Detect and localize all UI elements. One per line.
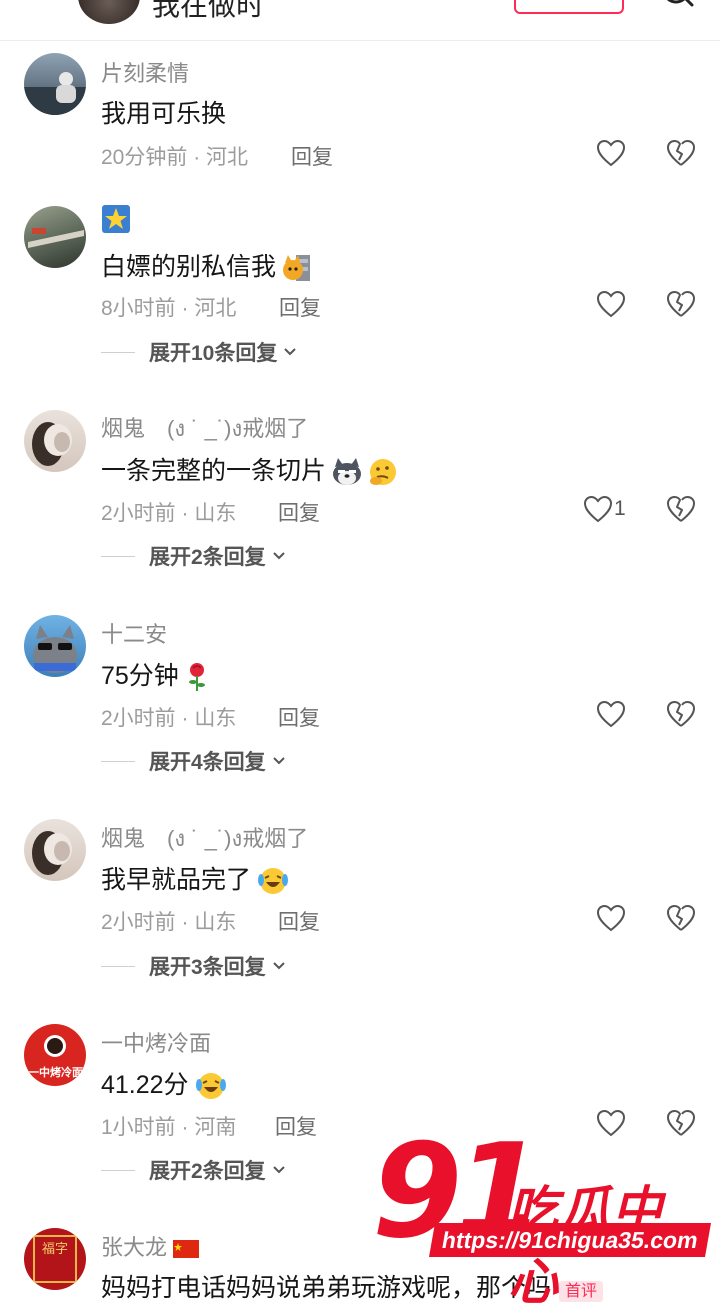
- chevron-down-icon: [272, 962, 285, 970]
- author-name: 我在做时: [152, 0, 265, 21]
- expand-replies-label: 展开4条回复: [149, 751, 266, 774]
- reply-button[interactable]: 回复: [291, 141, 333, 171]
- watermark-url: https://91chigua35.com: [429, 1223, 711, 1257]
- avatar-photo: [28, 228, 84, 248]
- comment-text-content: 我早就品完了: [101, 866, 252, 894]
- reply-button[interactable]: 回复: [278, 702, 320, 732]
- comment-text-content: 41.22分: [101, 1071, 189, 1099]
- avatar[interactable]: 一中烤冷面: [24, 1024, 86, 1086]
- avatar-photo: [33, 625, 77, 673]
- expand-replies-button[interactable]: 展开10条回复: [101, 337, 297, 367]
- reply-button[interactable]: 回复: [275, 1111, 317, 1141]
- search-icon[interactable]: [660, 0, 694, 10]
- china-flag-icon: [173, 1240, 200, 1259]
- comment-text: 一条完整的一条切片: [101, 451, 398, 487]
- comment-text: 白嫖的别私信我: [101, 247, 312, 283]
- reply-button[interactable]: 回复: [278, 497, 320, 527]
- divider: [101, 760, 135, 762]
- like-count: 1: [614, 497, 626, 520]
- chevron-down-icon: [272, 552, 285, 560]
- comment-meta: 2小时前 · 山东: [101, 707, 237, 730]
- cat-peek-emoji-icon: [283, 255, 311, 282]
- husky-emoji-icon: [333, 458, 362, 486]
- divider: [101, 351, 135, 353]
- avatar-logo-text: 一中烤冷面: [28, 1067, 83, 1079]
- dislike-icon[interactable]: [666, 138, 696, 168]
- comment-username[interactable]: 片刻柔情: [101, 56, 189, 88]
- like-icon[interactable]: [596, 290, 626, 318]
- comment-username-text: 张大龙: [101, 1235, 168, 1260]
- watermark-logo: 91 吃瓜中心 https://91chigua35.com: [372, 1126, 712, 1310]
- comment-meta: 8小时前 · 河北: [101, 297, 237, 320]
- author-avatar[interactable]: [78, 0, 140, 24]
- chevron-down-icon: [272, 1166, 285, 1174]
- expand-replies-button[interactable]: 展开3条回复: [101, 951, 286, 981]
- reply-button[interactable]: 回复: [279, 292, 321, 322]
- chevron-down-icon: [272, 757, 285, 765]
- chevron-down-icon: [284, 348, 297, 356]
- dislike-icon[interactable]: [666, 903, 696, 933]
- expand-replies-label: 展开10条回复: [149, 342, 278, 365]
- avatar[interactable]: [24, 615, 86, 677]
- avatar-photo: [24, 72, 86, 115]
- avatar[interactable]: [24, 206, 86, 268]
- avatar[interactable]: 福字: [24, 1228, 86, 1290]
- thinking-emoji-icon: [370, 459, 397, 486]
- comment-username[interactable]: 烟鬼 (ง ˙ _˙)ง戒烟了: [101, 411, 308, 446]
- avatar-logo-text: 福字: [41, 1241, 68, 1256]
- comment-username[interactable]: 烟鬼 (ง ˙ _˙)ง戒烟了: [101, 821, 308, 856]
- divider: [101, 965, 135, 967]
- expand-replies-button[interactable]: 展开2条回复: [101, 541, 286, 571]
- comment-username[interactable]: 十二安: [101, 617, 167, 649]
- avatar[interactable]: [24, 819, 86, 881]
- like-icon[interactable]: [596, 904, 626, 932]
- comment-meta: 20分钟前 · 河北: [101, 146, 249, 169]
- dislike-icon[interactable]: [666, 289, 696, 319]
- dislike-icon[interactable]: [666, 699, 696, 729]
- divider: [101, 1169, 135, 1171]
- follow-button[interactable]: [514, 0, 624, 14]
- comment-text-content: 妈妈打电话妈妈说弟弟玩游戏呢，那个吗: [101, 1274, 552, 1302]
- crying-laughing-emoji-icon: [195, 1073, 226, 1100]
- comment-text-content: 白嫖的别私信我: [101, 253, 277, 281]
- star-badge-icon: [102, 205, 130, 233]
- top-bar: 我在做时: [0, 0, 720, 41]
- expand-replies-button[interactable]: 展开2条回复: [101, 1155, 286, 1185]
- expand-replies-button[interactable]: 展开4条回复: [101, 746, 286, 776]
- expand-replies-label: 展开3条回复: [149, 956, 266, 979]
- comment-text-content: 一条完整的一条切片: [101, 457, 327, 485]
- comment-meta: 2小时前 · 山东: [101, 502, 237, 525]
- like-icon[interactable]: [596, 139, 626, 167]
- comment-text: 41.22分: [101, 1065, 227, 1101]
- comment-meta: 2小时前 · 山东: [101, 911, 237, 934]
- avatar[interactable]: [24, 410, 86, 472]
- comment-text: 我用可乐换: [101, 100, 227, 128]
- expand-replies-label: 展开2条回复: [149, 1160, 266, 1183]
- like-icon[interactable]: [596, 700, 626, 728]
- like-icon[interactable]: [583, 495, 613, 523]
- comment-username[interactable]: 张大龙: [101, 1230, 200, 1262]
- expand-replies-label: 展开2条回复: [149, 546, 266, 569]
- avatar-photo: [32, 422, 72, 466]
- comment-text: 我早就品完了: [101, 860, 289, 896]
- dislike-icon[interactable]: [666, 494, 696, 524]
- comment-text: 75分钟: [101, 656, 209, 692]
- avatar-photo: [32, 831, 72, 875]
- comment-text-content: 75分钟: [101, 662, 179, 690]
- avatar[interactable]: [24, 53, 86, 115]
- divider: [101, 555, 135, 557]
- rose-emoji-icon: [188, 663, 205, 692]
- comment-username[interactable]: 一中烤冷面: [101, 1026, 211, 1058]
- crying-laughing-emoji-icon: [258, 868, 289, 895]
- comment-meta: 1小时前 · 河南: [101, 1116, 237, 1139]
- back-arrow-icon[interactable]: [24, 0, 46, 12]
- reply-button[interactable]: 回复: [278, 906, 320, 936]
